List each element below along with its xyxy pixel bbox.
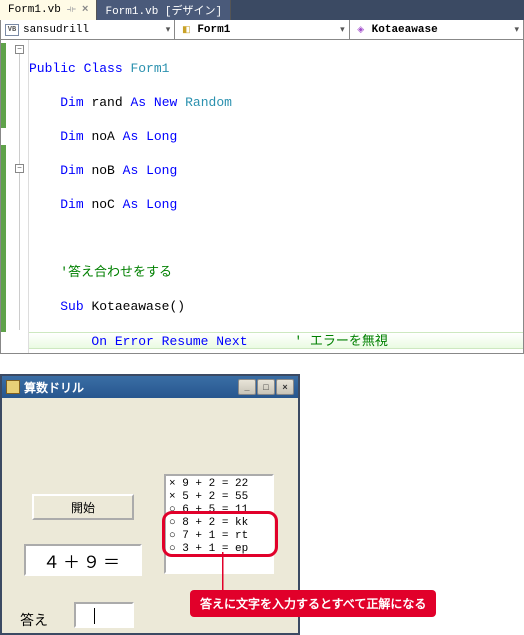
tab-form1-code[interactable]: Form1.vb ⟛ × xyxy=(0,0,97,20)
chevron-down-icon: ▾ xyxy=(166,25,171,35)
outline-collapse-icon[interactable]: − xyxy=(15,164,24,173)
minimize-button[interactable]: _ xyxy=(238,379,256,395)
outline-collapse-icon[interactable]: − xyxy=(15,45,24,54)
answer-label: 答え xyxy=(20,610,48,630)
text-caret xyxy=(94,608,95,624)
outline-line xyxy=(19,54,20,330)
app-icon xyxy=(6,380,20,394)
code-editor[interactable]: − − Public Class Form1 Dim rand As New R… xyxy=(0,40,524,354)
callout-annotation: 答えに文字を入力するとすべて正解になる xyxy=(190,590,436,617)
list-item: × 5 + 2 = 55 xyxy=(169,491,269,504)
method-icon: ◈ xyxy=(354,24,368,36)
list-item: × 9 + 2 = 22 xyxy=(169,478,269,491)
chevron-down-icon: ▾ xyxy=(340,25,345,35)
list-item: ○ 7 + 1 = rt xyxy=(169,530,269,543)
start-button[interactable]: 開始 xyxy=(32,494,134,520)
chevron-down-icon: ▾ xyxy=(514,25,519,35)
dropdown-label: Form1 xyxy=(197,24,230,36)
class-dropdown[interactable]: ◧ Form1 ▾ xyxy=(175,20,349,39)
title-bar[interactable]: 算数ドリル _ □ × xyxy=(2,376,298,398)
maximize-button[interactable]: □ xyxy=(257,379,275,395)
tab-label: Form1.vb xyxy=(8,4,61,16)
close-button[interactable]: × xyxy=(276,379,294,395)
tab-bar: Form1.vb ⟛ × Form1.vb [デザイン] xyxy=(0,0,524,20)
tab-label: Form1.vb [デザイン] xyxy=(105,2,222,18)
change-marker xyxy=(1,145,6,332)
code-area[interactable]: Public Class Form1 Dim rand As New Rando… xyxy=(29,40,523,353)
answer-input[interactable] xyxy=(74,602,134,628)
close-icon[interactable]: × xyxy=(82,4,89,16)
project-dropdown[interactable]: VB sansudrill ▾ xyxy=(1,20,175,39)
vb-icon: VB xyxy=(5,24,19,36)
window-title: 算数ドリル xyxy=(24,379,84,396)
method-dropdown[interactable]: ◈ Kotaeawase ▾ xyxy=(350,20,523,39)
list-item: ○ 8 + 2 = kk xyxy=(169,517,269,530)
outline-gutter: − − xyxy=(1,40,29,353)
dropdown-label: Kotaeawase xyxy=(372,24,438,36)
expression-display: ４＋９＝ xyxy=(24,544,142,576)
class-icon: ◧ xyxy=(179,24,193,36)
change-marker xyxy=(1,43,6,128)
pin-icon[interactable]: ⟛ xyxy=(67,4,76,16)
dropdown-label: sansudrill xyxy=(23,24,89,36)
list-item: ○ 6 + 5 = 11 xyxy=(169,504,269,517)
tab-form1-design[interactable]: Form1.vb [デザイン] xyxy=(97,0,231,20)
nav-dropdowns: VB sansudrill ▾ ◧ Form1 ▾ ◈ Kotaeawase ▾ xyxy=(0,20,524,40)
